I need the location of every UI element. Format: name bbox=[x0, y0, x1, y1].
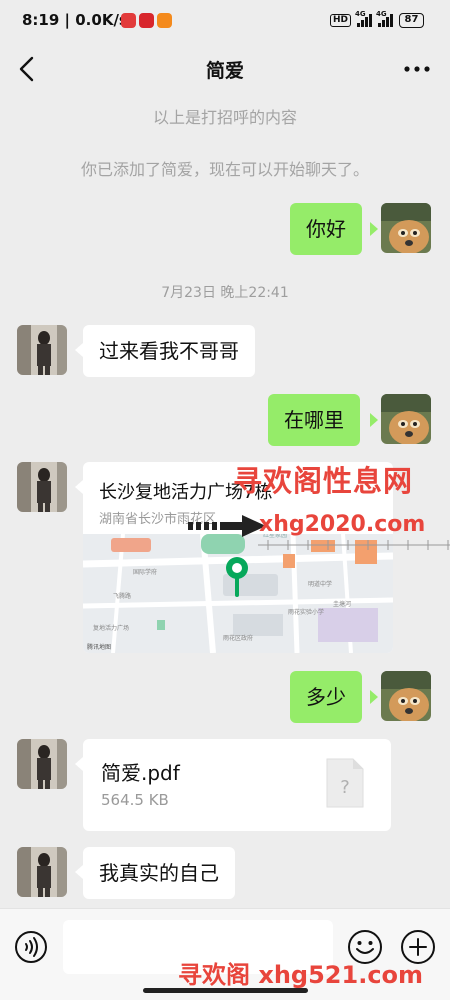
voice-icon[interactable] bbox=[14, 930, 48, 964]
chat-header: 简爱 bbox=[0, 42, 450, 96]
status-time: 8:19 | 0.0K/s bbox=[22, 11, 128, 29]
hd-badge: HD bbox=[329, 14, 351, 27]
svg-text:?: ? bbox=[340, 777, 350, 798]
svg-text:明道中学: 明道中学 bbox=[308, 580, 332, 588]
signal-icon: 4G bbox=[355, 10, 372, 27]
watermark-text: 寻欢阁性息网 bbox=[233, 464, 414, 498]
message-outgoing[interactable]: 多少 bbox=[290, 671, 362, 723]
signal-icon-2: 4G bbox=[376, 10, 393, 27]
contact-avatar[interactable] bbox=[17, 847, 67, 897]
message-incoming[interactable]: 我真实的自己 bbox=[83, 847, 235, 899]
my-avatar[interactable] bbox=[381, 671, 431, 721]
message-outgoing[interactable]: 你好 bbox=[290, 203, 362, 255]
more-icon[interactable] bbox=[402, 57, 432, 81]
message-outgoing[interactable]: 在哪里 bbox=[268, 394, 360, 446]
bubble-tail bbox=[370, 413, 378, 427]
svg-text:复地活力广场: 复地活力广场 bbox=[93, 624, 129, 632]
watermark-url: xhg2020.com bbox=[259, 512, 426, 537]
unknown-file-icon: ? bbox=[326, 758, 364, 808]
watermark-ruler bbox=[258, 540, 450, 550]
file-name: 简爱.pdf bbox=[101, 761, 180, 785]
app-notification-icon-2 bbox=[157, 13, 172, 28]
file-card[interactable]: 简爱.pdf 564.5 KB ? bbox=[83, 739, 391, 831]
bubble-tail bbox=[75, 757, 83, 771]
watermark-bottom: 寻欢阁 xhg521.com bbox=[178, 961, 424, 989]
bubble-tail bbox=[370, 690, 378, 704]
svg-text:腾讯地图: 腾讯地图 bbox=[87, 643, 111, 651]
system-message-added: 你已添加了简爱，现在可以开始聊天了。 bbox=[80, 160, 369, 179]
system-message-greeting: 以上是打招呼的内容 bbox=[152, 108, 297, 127]
bubble-tail bbox=[75, 865, 83, 879]
status-app-icons bbox=[121, 13, 172, 28]
svg-text:雨花区政府: 雨花区政府 bbox=[223, 634, 253, 642]
app-notification-icon bbox=[139, 13, 154, 28]
my-avatar[interactable] bbox=[381, 394, 431, 444]
message-incoming[interactable]: 过来看我不哥哥 bbox=[83, 325, 255, 377]
svg-text:雨花实验小学: 雨花实验小学 bbox=[288, 608, 324, 616]
status-indicators: HD 4G 4G 87 bbox=[329, 10, 424, 28]
battery-icon: 87 bbox=[399, 13, 424, 28]
contact-avatar[interactable] bbox=[17, 462, 67, 512]
svg-text:飞腾路: 飞腾路 bbox=[113, 592, 131, 600]
status-bar: 8:19 | 0.0K/s HD 4G 4G 87 bbox=[0, 0, 450, 42]
chat-title: 简爱 bbox=[205, 60, 244, 82]
svg-text:圭塘河: 圭塘河 bbox=[333, 600, 351, 608]
netease-music-icon bbox=[121, 13, 136, 28]
contact-avatar[interactable] bbox=[17, 325, 67, 375]
contact-avatar[interactable] bbox=[17, 739, 67, 789]
svg-text:国际学府: 国际学府 bbox=[133, 568, 157, 576]
file-size: 564.5 KB bbox=[101, 791, 169, 809]
my-avatar[interactable] bbox=[381, 203, 431, 253]
timestamp: 7月23日 晚上22:41 bbox=[161, 285, 289, 301]
bubble-tail bbox=[75, 480, 83, 494]
bubble-tail bbox=[75, 343, 83, 357]
bubble-tail bbox=[370, 222, 378, 236]
